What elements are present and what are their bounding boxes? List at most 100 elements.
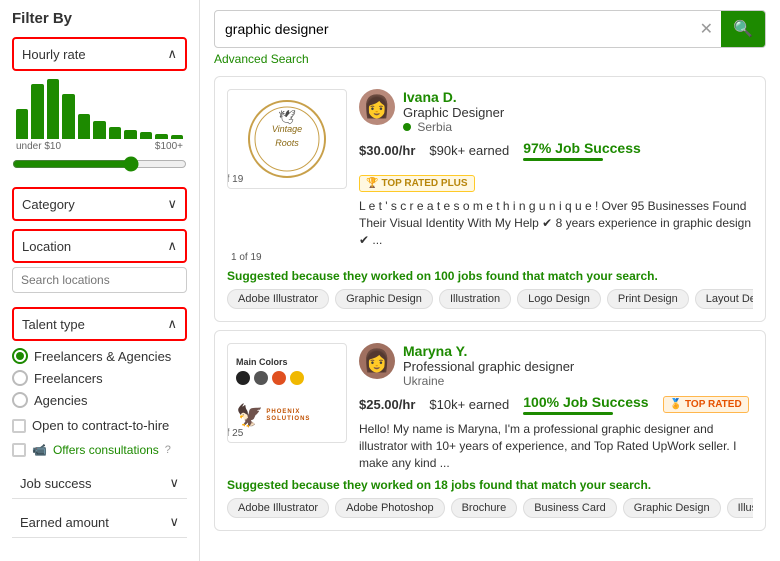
earned-0: $90k+ earned [429,143,509,158]
sidebar-title: Filter By [12,10,187,27]
search-input[interactable] [215,14,692,44]
badge-icon-1: 🏅 [670,399,682,410]
tag-0-1[interactable]: Graphic Design [335,289,433,309]
card-inner-1: Main Colors [227,343,753,471]
contract-to-hire-option[interactable]: Open to contract-to-hire [12,415,187,436]
freelancer-name-1[interactable]: Maryna Y. [403,343,753,359]
search-button[interactable]: 🔍 [721,11,765,47]
offers-consultations-checkbox[interactable] [12,443,26,457]
vintage-logo-svg: Vintage Roots 🕊 [242,94,332,184]
bar-5 [78,114,90,139]
card-header-0: 👩 Ivana D. Graphic Designer Serbia [359,89,753,134]
chart-bars [12,79,187,139]
description-0: L e t ' s c r e a t e s o m e t h i n g … [359,198,753,248]
hourly-rate-chart: under $10 $100+ [12,75,187,179]
search-bar: ✕ 🔍 [214,10,766,48]
job-success-label: Job success [20,476,92,491]
card-content-1: 👩 Maryna Y. Professional graphic designe… [359,343,753,471]
tag-0-0[interactable]: Adobe Illustrator [227,289,329,309]
bar-7 [109,127,121,139]
earned-amount-label: Earned amount [20,515,109,530]
talent-option-freelancers-agencies[interactable]: Freelancers & Agencies [12,345,187,367]
talent-option-label-0: Freelancers & Agencies [34,349,171,364]
suggested-text-1: Suggested because they worked on 18 jobs… [227,478,753,492]
talent-type-header[interactable]: Talent type ∧ [12,307,187,341]
card-counter-label-0: 1 of 19 [231,252,753,263]
earned-amount-header[interactable]: Earned amount ∨ [12,507,187,538]
talent-type-filter: Talent type ∧ Freelancers & Agencies Fre… [12,307,187,460]
category-chevron: ∨ [167,196,177,212]
talent-option-agencies[interactable]: Agencies [12,389,187,411]
tag-0-2[interactable]: Illustration [439,289,511,309]
tag-1-4[interactable]: Graphic Design [623,498,721,518]
rate-0: $30.00/hr [359,143,415,158]
country-name-0: Serbia [417,120,452,134]
bar-6 [93,121,105,139]
tag-1-0[interactable]: Adobe Illustrator [227,498,329,518]
freelancer-info-1: Maryna Y. Professional graphic designer … [403,343,753,388]
job-success-header[interactable]: Job success ∨ [12,468,187,499]
bar-3 [47,79,59,139]
hourly-rate-header[interactable]: Hourly rate ∧ [12,37,187,71]
radio-agencies [12,392,28,408]
tag-1-5[interactable]: Illustration [727,498,753,518]
job-success-bar-1 [523,412,613,415]
freelancer-country-1: Ukraine [403,374,753,388]
search-clear-icon[interactable]: ✕ [692,19,721,39]
hourly-rate-slider[interactable] [12,156,187,172]
avatar-1: 👩 [359,343,395,379]
badge-icon-0: 🏆 [366,178,378,189]
top-rated-plus-badge-0: 🏆 TOP RATED PLUS [359,175,475,192]
job-success-0: 97% Job Success [523,140,641,161]
offers-consultations-option[interactable]: 📹 Offers consultations ? [12,440,187,460]
card-header-1: 👩 Maryna Y. Professional graphic designe… [359,343,753,388]
talent-type-label: Talent type [22,317,85,332]
freelancer-country-0: Serbia [403,120,753,134]
advanced-search-link[interactable]: Advanced Search [214,52,766,66]
talent-option-freelancers[interactable]: Freelancers [12,367,187,389]
phoenix-brand: 🦅 PHOENIXSOLUTIONS [236,403,310,429]
location-filter: Location ∧ [12,229,187,299]
phoenix-logo: Main Colors [232,353,342,433]
category-header[interactable]: Category ∨ [12,187,187,221]
color-dot-black [236,371,250,385]
location-header[interactable]: Location ∧ [12,229,187,263]
bar-9 [140,132,152,139]
category-filter: Category ∨ [12,187,187,221]
chart-labels: under $10 $100+ [12,139,187,152]
avatar-0: 👩 [359,89,395,125]
earned-amount-filter: Earned amount ∨ [12,507,187,538]
earned-1: $10k+ earned [429,397,509,412]
earned-amount-chevron: ∨ [169,514,179,530]
radio-freelancers [12,370,28,386]
chart-label-max: $100+ [155,141,183,152]
country-name-1: Ukraine [403,374,444,388]
tag-1-1[interactable]: Adobe Photoshop [335,498,444,518]
bar-1 [16,109,28,139]
tag-1-2[interactable]: Brochure [451,498,518,518]
color-dot-gray [254,371,268,385]
location-search-input[interactable] [12,267,187,293]
freelancer-card-1: Main Colors [214,330,766,530]
job-success-filter: Job success ∨ [12,468,187,499]
bar-4 [62,94,74,139]
bar-10 [155,134,167,139]
card-inner-0: Vintage Roots 🕊 1 of 19 👩 Ivana D. Graph… [227,89,753,248]
contract-to-hire-checkbox[interactable] [12,419,26,433]
question-icon: ? [165,444,171,456]
freelancer-title-1: Professional graphic designer [403,359,753,374]
tag-0-4[interactable]: Print Design [607,289,689,309]
card-counter-0: 1 of 19 [227,174,287,185]
tags-1: Adobe Illustrator Adobe Photoshop Brochu… [227,498,753,518]
rate-1: $25.00/hr [359,397,415,412]
svg-text:Roots: Roots [275,138,299,148]
tag-1-3[interactable]: Business Card [523,498,617,518]
card-logo-1: Main Colors [227,343,347,443]
freelancer-name-0[interactable]: Ivana D. [403,89,753,105]
hourly-rate-chevron: ∧ [167,46,177,62]
stats-row-1: $25.00/hr $10k+ earned 100% Job Success … [359,394,753,415]
tag-0-5[interactable]: Layout Design [695,289,753,309]
tag-0-3[interactable]: Logo Design [517,289,601,309]
contract-to-hire-label: Open to contract-to-hire [32,418,169,433]
card-content-0: 👩 Ivana D. Graphic Designer Serbia $30.0… [359,89,753,248]
